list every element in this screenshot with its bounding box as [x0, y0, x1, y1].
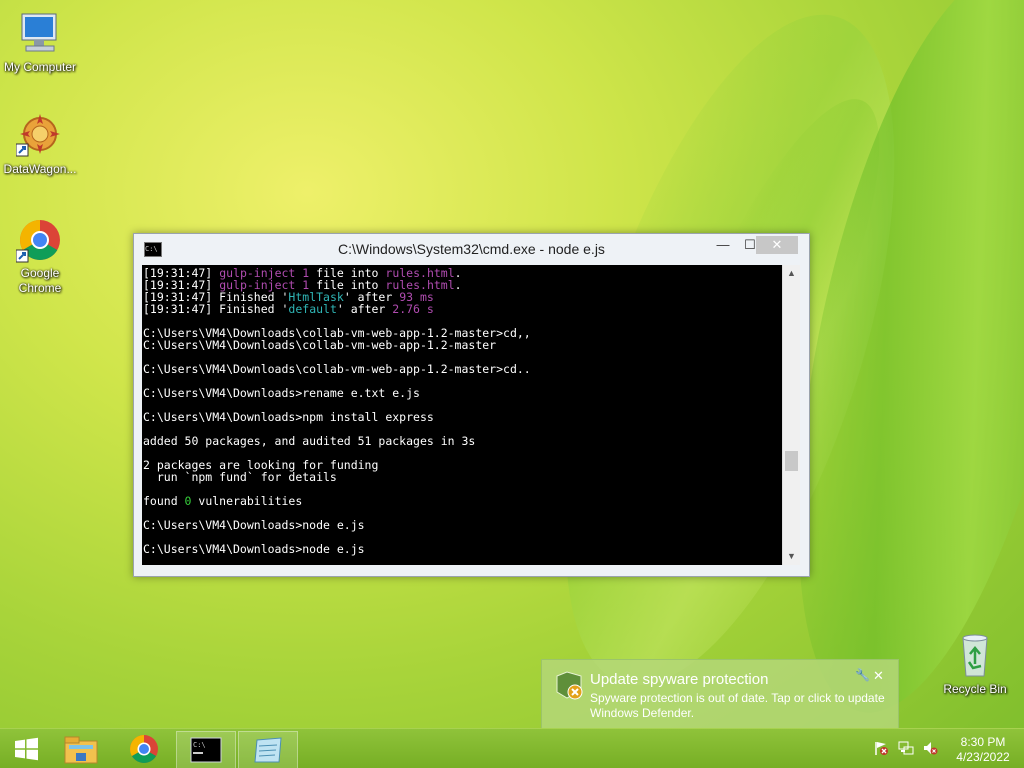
clock-time: 8:30 PM [960, 735, 1006, 749]
console-text-segment: Finished ' [212, 302, 289, 316]
network-icon[interactable] [898, 740, 914, 756]
console-line: C:\Users\VM4\Downloads>npm install expre… [143, 410, 434, 424]
console-text-segment: C:\Users\VM4\Downloads>node e.js [143, 542, 365, 556]
desktop-icon-label: My Computer [3, 60, 77, 74]
system-clock[interactable]: 8:30 PM 4/23/2022 [948, 735, 1018, 765]
console-text: [19:31:47] gulp-inject 1 file into rules… [142, 265, 782, 555]
console-text-segment: C:\Users\VM4\Downloads>npm install expre… [143, 410, 434, 424]
taskbar: C:\ 8:30 PM 4/23/2022 [0, 728, 1024, 768]
console-text-segment: found [143, 494, 185, 508]
defender-notification[interactable]: Update spyware protection Spyware protec… [541, 659, 899, 729]
console-text-segment: vulnerabilities [191, 494, 303, 508]
desktop-icon-label: Google Chrome [18, 266, 62, 295]
command-prompt-taskbar-button[interactable]: C:\ [176, 731, 236, 768]
cmd-icon: C:\ [190, 737, 222, 763]
vertical-scrollbar[interactable]: ▲ ▼ [782, 265, 800, 565]
volume-muted-icon[interactable] [922, 740, 938, 756]
notification-body: Spyware protection is out of date. Tap o… [590, 691, 885, 720]
console-text-segment: ' after [336, 302, 393, 316]
console-output[interactable]: [19:31:47] gulp-inject 1 file into rules… [142, 265, 782, 565]
desktop-icon-datawagon[interactable]: DataWagon... [0, 112, 80, 177]
console-line: C:\Users\VM4\Downloads\collab-vm-web-app… [143, 338, 496, 352]
title-bar[interactable]: C:\ C:\Windows\System32\cmd.exe - node e… [134, 234, 809, 264]
desktop-icon-recycle-bin[interactable]: Recycle Bin [935, 632, 1015, 697]
desktop-icon-google-chrome[interactable]: Google Chrome [0, 216, 80, 296]
clock-date: 4/23/2022 [956, 750, 1010, 764]
console-line: found 0 vulnerabilities [143, 494, 302, 508]
windows-logo-icon [15, 737, 38, 761]
console-text-segment: default [288, 302, 337, 316]
desktop-icon-label: Recycle Bin [943, 682, 1007, 696]
cmd-window[interactable]: C:\ C:\Windows\System32\cmd.exe - node e… [133, 233, 810, 577]
console-text-segment: 2.76 s [392, 302, 434, 316]
console-line: C:\Users\VM4\Downloads\collab-vm-web-app… [143, 362, 531, 376]
scroll-up-icon[interactable]: ▲ [783, 265, 800, 282]
console-text-segment: run `npm fund` for details [143, 470, 337, 484]
chrome-taskbar-button[interactable] [118, 731, 170, 767]
file-explorer-taskbar-button[interactable] [56, 731, 108, 767]
chrome-icon [15, 216, 64, 264]
console-line: added 50 packages, and audited 51 packag… [143, 434, 475, 448]
console-timestamp: [19:31:47] [143, 302, 213, 316]
console-line: [19:31:47] Finished 'default' after 2.76… [143, 302, 434, 316]
start-button[interactable] [6, 731, 46, 767]
console-line: C:\Users\VM4\Downloads>node e.js [143, 542, 365, 556]
console-text-segment: . [454, 278, 462, 292]
folder-icon [64, 736, 98, 764]
windows-defender-warning-icon [553, 670, 585, 702]
scrollbar-thumb[interactable] [785, 451, 798, 471]
console-line: C:\Users\VM4\Downloads>node e.js [143, 518, 365, 532]
recycle-bin-icon [951, 632, 999, 680]
desktop-icon-my-computer[interactable]: My Computer [0, 10, 80, 75]
notification-close-button[interactable]: ✕ [873, 668, 884, 684]
notepad-taskbar-button[interactable] [238, 731, 298, 768]
datawagon-icon [15, 112, 64, 160]
console-text-segment: C:\Users\VM4\Downloads\collab-vm-web-app… [143, 338, 497, 352]
console-text-segment: added 50 packages, and audited 51 packag… [143, 434, 476, 448]
settings-wrench-icon[interactable]: 🔧 [855, 668, 870, 682]
desktop-icon-label: DataWagon... [3, 162, 77, 176]
chrome-icon [130, 735, 158, 763]
console-line: C:\Users\VM4\Downloads>rename e.txt e.js [143, 386, 420, 400]
close-button[interactable]: ✕ [756, 236, 798, 254]
svg-text:C:\: C:\ [193, 741, 206, 749]
scroll-down-icon[interactable]: ▼ [783, 548, 800, 565]
computer-icon [16, 10, 64, 58]
action-center-flag-icon[interactable] [873, 740, 889, 756]
notification-title: Update spyware protection [590, 671, 769, 688]
console-text-segment: C:\Users\VM4\Downloads\collab-vm-web-app… [143, 362, 531, 376]
console-text-segment: C:\Users\VM4\Downloads>rename e.txt e.js [143, 386, 420, 400]
console-text-segment: C:\Users\VM4\Downloads>node e.js [143, 518, 365, 532]
console-line: run `npm fund` for details [143, 470, 337, 484]
minimize-button[interactable]: — [708, 236, 738, 254]
notepad-icon [254, 737, 282, 763]
